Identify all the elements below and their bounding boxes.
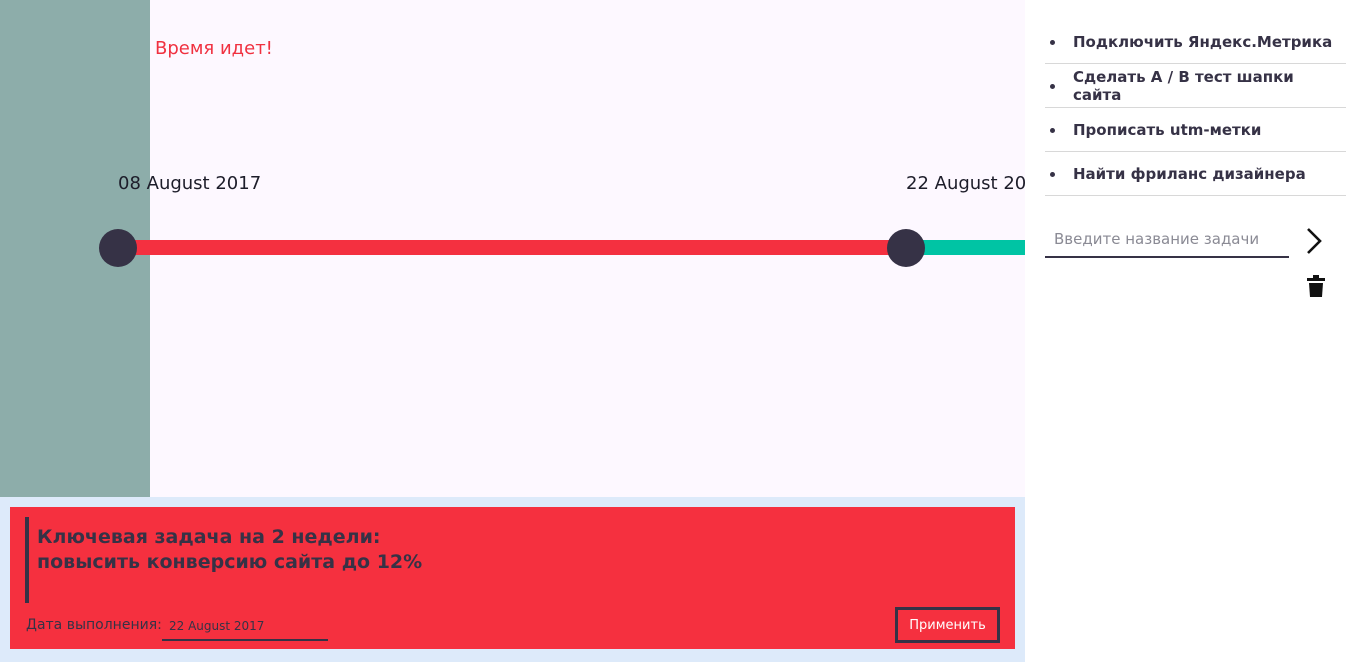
goal-card: Ключевая задача на 2 недели: повысить ко… xyxy=(10,507,1015,649)
task-name-input[interactable] xyxy=(1045,222,1289,258)
task-item[interactable]: Сделать A / B тест шапки сайта xyxy=(1045,64,1346,108)
goal-title-line-1: Ключевая задача на 2 недели: xyxy=(37,526,381,548)
task-item[interactable]: Прописать utm-метки xyxy=(1045,108,1346,152)
goal-card-accent-bar xyxy=(25,517,29,603)
timeline-area: Время идет! 08 August 2017 22 August 201… xyxy=(0,0,1025,497)
due-date-field[interactable]: 22 August 2017 xyxy=(162,615,328,641)
chevron-right-icon xyxy=(1307,228,1322,254)
status-text: Время идет! xyxy=(155,38,273,59)
goal-title-line-2: повысить конверсию сайта до 12% xyxy=(37,551,423,573)
task-list: Подключить Яндекс.Метрика Сделать A / B … xyxy=(1045,20,1346,196)
timeline-node-start[interactable] xyxy=(99,229,137,267)
due-date-label: Дата выполнения: xyxy=(26,617,162,633)
timeline-segment-current xyxy=(118,240,908,255)
end-date-label: 22 August 2017 xyxy=(906,173,1025,194)
add-task-button[interactable] xyxy=(1303,226,1325,256)
task-item[interactable]: Подключить Яндекс.Метрика xyxy=(1045,20,1346,64)
delete-task-button[interactable] xyxy=(1307,274,1325,298)
goal-panel: Ключевая задача на 2 недели: повысить ко… xyxy=(0,497,1025,662)
goal-title: Ключевая задача на 2 недели: повысить ко… xyxy=(37,525,422,575)
trash-icon xyxy=(1307,275,1325,297)
task-sidebar: Подключить Яндекс.Метрика Сделать A / B … xyxy=(1025,0,1366,662)
start-date-label: 08 August 2017 xyxy=(118,173,262,194)
task-item[interactable]: Найти фриланс дизайнера xyxy=(1045,152,1346,196)
timeline-node-end[interactable] xyxy=(887,229,925,267)
apply-button[interactable]: Применить xyxy=(895,607,1000,643)
